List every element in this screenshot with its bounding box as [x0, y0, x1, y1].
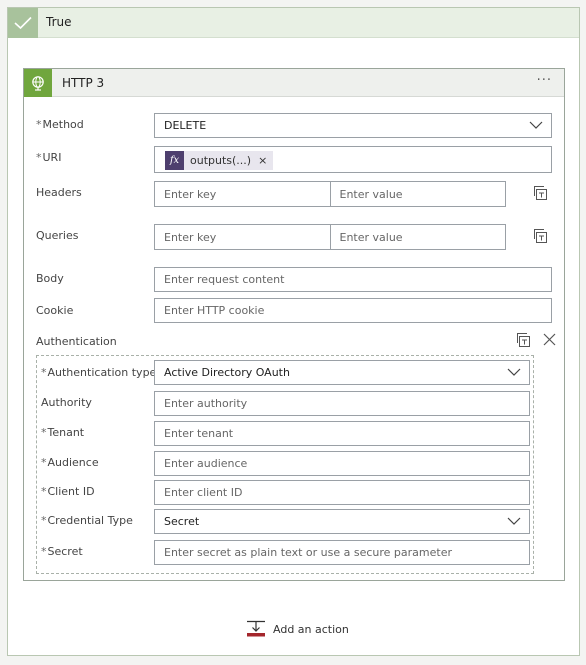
chevron-down-icon [507, 517, 521, 525]
queries-key-value: Enter key Enter value [154, 224, 506, 250]
authentication-group: *Authentication type Active Directory OA… [36, 355, 534, 574]
checkmark-icon [8, 8, 38, 38]
required-marker: * [36, 118, 42, 131]
required-marker: * [41, 366, 47, 379]
headers-value-input[interactable]: Enter value [329, 182, 506, 206]
audience-label-text: Audience [47, 456, 99, 469]
body-input[interactable]: Enter request content [154, 267, 552, 292]
tenant-placeholder: Enter tenant [164, 427, 234, 440]
cookie-input[interactable]: Enter HTTP cookie [154, 298, 552, 323]
tenant-input[interactable]: Enter tenant [154, 421, 530, 446]
queries-key-input[interactable]: Enter key [155, 225, 330, 249]
client-id-input[interactable]: Enter client ID [154, 480, 530, 505]
headers-label: Headers [36, 186, 82, 199]
add-action-icon [247, 620, 265, 637]
required-marker: * [41, 456, 47, 469]
queries-value-input[interactable]: Enter value [329, 225, 506, 249]
queries-label: Queries [36, 229, 79, 242]
secret-label-text: Secret [47, 545, 83, 558]
audience-input[interactable]: Enter audience [154, 451, 530, 476]
condition-true-branch: True HTTP 3 ··· *Method DELETE *URI fx o… [7, 7, 580, 656]
secret-placeholder: Enter secret as plain text or use a secu… [164, 546, 452, 559]
auth-type-label: *Authentication type [41, 366, 156, 379]
body-label: Body [36, 272, 64, 285]
secret-label: *Secret [41, 545, 83, 558]
client-id-label-text: Client ID [47, 485, 95, 498]
add-action-button[interactable]: Add an action [246, 620, 349, 638]
scope-title: True [46, 15, 72, 29]
http-card-header[interactable]: HTTP 3 ··· [24, 69, 564, 97]
auth-type-value: Active Directory OAuth [164, 366, 290, 379]
authentication-label: Authentication [36, 335, 117, 348]
method-dropdown[interactable]: DELETE [154, 113, 552, 138]
body-placeholder: Enter request content [164, 273, 285, 286]
required-marker: * [41, 514, 47, 527]
chevron-down-icon [529, 121, 543, 129]
tenant-label-text: Tenant [47, 426, 85, 439]
uri-label-text: URI [42, 151, 62, 164]
required-marker: * [36, 151, 42, 164]
uri-input[interactable]: fx outputs(...) × [154, 146, 552, 173]
scope-header[interactable]: True [8, 8, 579, 38]
cookie-placeholder: Enter HTTP cookie [164, 304, 265, 317]
cookie-label: Cookie [36, 304, 74, 317]
credential-type-label: *Credential Type [41, 514, 133, 527]
dynamic-content-token[interactable]: fx outputs(...) × [165, 151, 274, 170]
secret-input[interactable]: Enter secret as plain text or use a secu… [154, 540, 530, 565]
auth-type-dropdown[interactable]: Active Directory OAuth [154, 360, 530, 385]
credential-type-dropdown[interactable]: Secret [154, 509, 530, 534]
audience-placeholder: Enter audience [164, 457, 248, 470]
authority-placeholder: Enter authority [164, 397, 248, 410]
credential-type-value: Secret [164, 515, 200, 528]
remove-token-icon[interactable]: × [258, 154, 267, 167]
required-marker: * [41, 426, 47, 439]
text-mode-icon[interactable] [533, 228, 549, 244]
authority-input[interactable]: Enter authority [154, 391, 530, 416]
headers-key-input[interactable]: Enter key [155, 182, 330, 206]
method-value: DELETE [164, 119, 207, 132]
required-marker: * [41, 485, 47, 498]
required-marker: * [41, 545, 47, 558]
headers-key-value: Enter key Enter value [154, 181, 506, 207]
credential-type-label-text: Credential Type [47, 514, 133, 527]
more-options-icon[interactable]: ··· [537, 73, 552, 88]
method-label-text: Method [42, 118, 84, 131]
audience-label: *Audience [41, 456, 99, 469]
tenant-label: *Tenant [41, 426, 84, 439]
expression-icon: fx [165, 151, 184, 170]
token-label: outputs(...) [190, 154, 252, 167]
http-card-title: HTTP 3 [62, 76, 105, 90]
http-action-card: HTTP 3 ··· *Method DELETE *URI fx output… [23, 68, 565, 581]
method-label: *Method [36, 118, 84, 131]
client-id-label: *Client ID [41, 485, 95, 498]
close-icon[interactable] [543, 333, 556, 346]
chevron-down-icon [507, 368, 521, 376]
auth-type-label-text: Authentication type [47, 366, 157, 379]
globe-icon [24, 69, 52, 97]
text-mode-icon[interactable] [533, 185, 549, 201]
authority-label: Authority [41, 396, 92, 409]
text-mode-icon[interactable] [516, 332, 532, 348]
add-action-label: Add an action [273, 622, 349, 636]
client-id-placeholder: Enter client ID [164, 486, 243, 499]
uri-label: *URI [36, 151, 61, 164]
